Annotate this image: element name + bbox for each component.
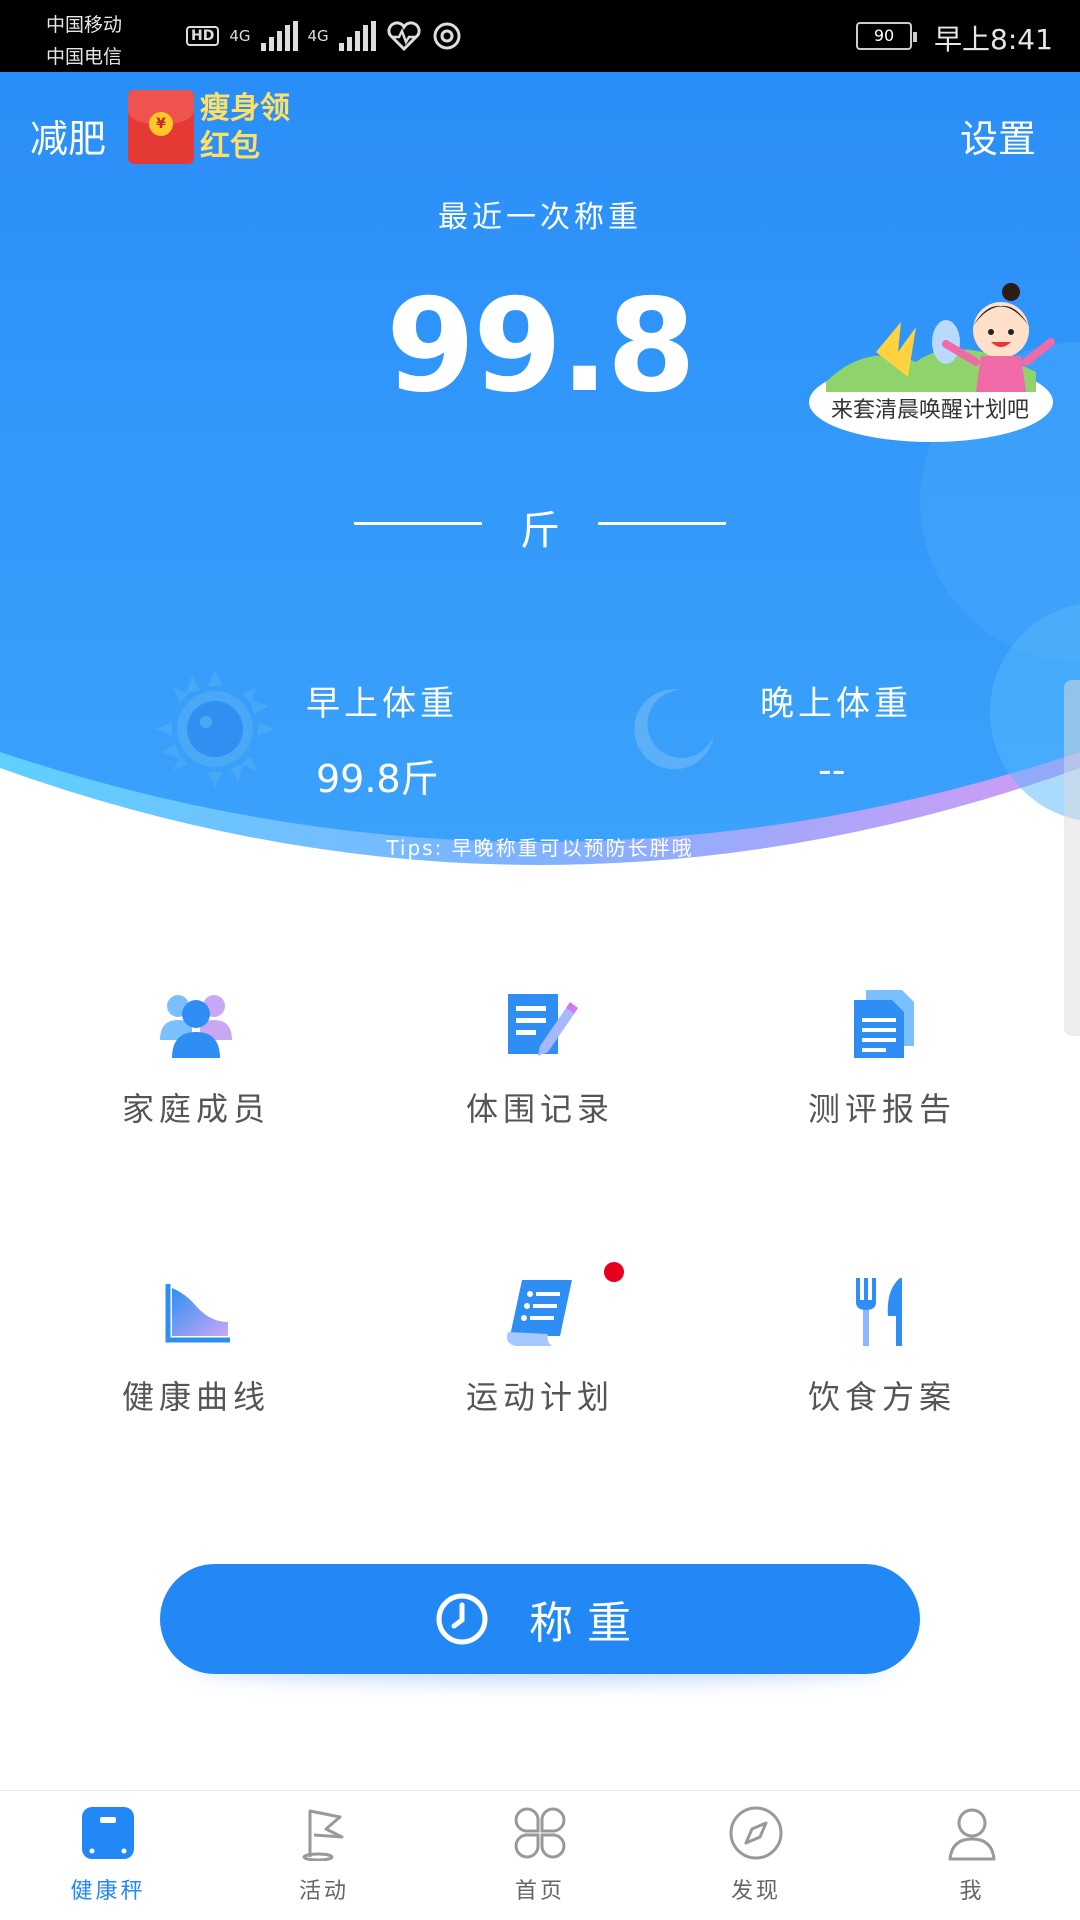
sun-icon bbox=[156, 670, 274, 788]
evening-weight-value: -- bbox=[818, 748, 846, 792]
heart-rate-icon bbox=[387, 21, 421, 51]
settings-button[interactable]: 设置 bbox=[960, 108, 1036, 163]
scale-icon bbox=[82, 1807, 134, 1859]
grid-health-curve[interactable]: 健康曲线 bbox=[46, 1276, 346, 1456]
carrier-name-1: 中国移动 bbox=[46, 14, 123, 36]
family-icon bbox=[160, 995, 232, 1058]
status-time: 早上8:41 bbox=[934, 23, 1053, 56]
tab-label: 活动 bbox=[298, 1879, 349, 1904]
red-packet-icon[interactable]: ¥ bbox=[128, 90, 194, 164]
grid-label: 健康曲线 bbox=[121, 1378, 270, 1416]
morning-weight-label: 早上体重 bbox=[306, 684, 458, 724]
grid-family-members[interactable]: 家庭成员 bbox=[46, 988, 346, 1168]
report-icon bbox=[854, 990, 914, 1058]
grid-label: 运动计划 bbox=[465, 1378, 614, 1416]
carrier-name-2: 中国电信 bbox=[46, 46, 123, 68]
netease-music-icon bbox=[433, 22, 461, 50]
tab-discover[interactable]: 发现 bbox=[648, 1805, 864, 1905]
tab-home[interactable]: 首页 bbox=[432, 1805, 648, 1905]
grid-body-measurements[interactable]: 体围记录 bbox=[390, 988, 690, 1168]
side-drawer-handle[interactable] bbox=[1064, 680, 1080, 1036]
signal-icon-2 bbox=[338, 21, 376, 51]
status-icons: HD 4G 4G bbox=[186, 14, 462, 58]
tab-label: 我 bbox=[959, 1879, 985, 1904]
weigh-button[interactable]: 称重 bbox=[160, 1564, 920, 1674]
fork-knife-icon bbox=[856, 1278, 902, 1346]
grid-icon bbox=[514, 1807, 566, 1859]
evening-weight-label: 晚上体重 bbox=[760, 684, 912, 724]
grid-assessment-report[interactable]: 测评报告 bbox=[732, 988, 1032, 1168]
tab-me[interactable]: 我 bbox=[864, 1805, 1080, 1905]
grid-diet-plan[interactable]: 饮食方案 bbox=[732, 1276, 1032, 1456]
last-weigh-label: 最近一次称重 bbox=[438, 200, 642, 235]
page-title: 减肥 bbox=[30, 117, 107, 161]
status-bar: 中国移动 中国电信 HD 4G 4G 90 早上8:41 bbox=[0, 0, 1080, 72]
tab-health-scale[interactable]: 健康秤 bbox=[0, 1805, 216, 1905]
tips-text: Tips: 早晚称重可以预防长胖哦 bbox=[386, 836, 694, 860]
network-type-1: 4G bbox=[229, 27, 251, 45]
morning-weight-value: 99.8斤 bbox=[316, 757, 439, 801]
network-type-2: 4G bbox=[307, 27, 329, 45]
grid-label: 测评报告 bbox=[807, 1090, 956, 1128]
battery-icon: 90 bbox=[856, 22, 917, 50]
moon-icon bbox=[634, 689, 714, 770]
edit-document-icon bbox=[508, 994, 578, 1056]
clock-icon bbox=[436, 1593, 488, 1645]
weigh-button-label: 称重 bbox=[529, 1598, 645, 1649]
grid-exercise-plan[interactable]: 运动计划 bbox=[390, 1276, 690, 1456]
compass-icon bbox=[729, 1806, 783, 1860]
tab-label: 健康秤 bbox=[70, 1879, 146, 1904]
weight-unit-row: 斤 bbox=[354, 492, 726, 554]
signal-icon bbox=[260, 21, 298, 51]
tab-activity[interactable]: 活动 bbox=[216, 1805, 432, 1905]
mascot-caption[interactable]: 来套清晨唤醒计划吧 bbox=[812, 392, 1048, 424]
red-packet-promo[interactable]: 瘦身领红包 bbox=[200, 90, 310, 166]
grid-label: 家庭成员 bbox=[121, 1090, 270, 1128]
coin-icon: ¥ bbox=[149, 112, 173, 136]
grid-label: 体围记录 bbox=[465, 1090, 614, 1128]
plan-scroll-icon bbox=[507, 1280, 572, 1346]
new-badge-dot bbox=[604, 1262, 624, 1282]
flag-icon bbox=[302, 1809, 344, 1861]
bottom-tab-bar: 健康秤 活动 首页 发现 我 bbox=[0, 1790, 1080, 1920]
hd-icon: HD bbox=[186, 26, 220, 46]
user-icon bbox=[948, 1808, 996, 1861]
area-chart-icon bbox=[165, 1284, 230, 1343]
tab-label: 首页 bbox=[514, 1879, 565, 1904]
tab-label: 发现 bbox=[730, 1879, 781, 1904]
grid-label: 饮食方案 bbox=[807, 1378, 956, 1416]
weight-unit: 斤 bbox=[520, 508, 560, 554]
weight-hero: 减肥 ¥ 瘦身领红包 设置 最近一次称重 99.8 斤 来套清晨唤醒计划吧 早上… bbox=[0, 72, 1080, 892]
